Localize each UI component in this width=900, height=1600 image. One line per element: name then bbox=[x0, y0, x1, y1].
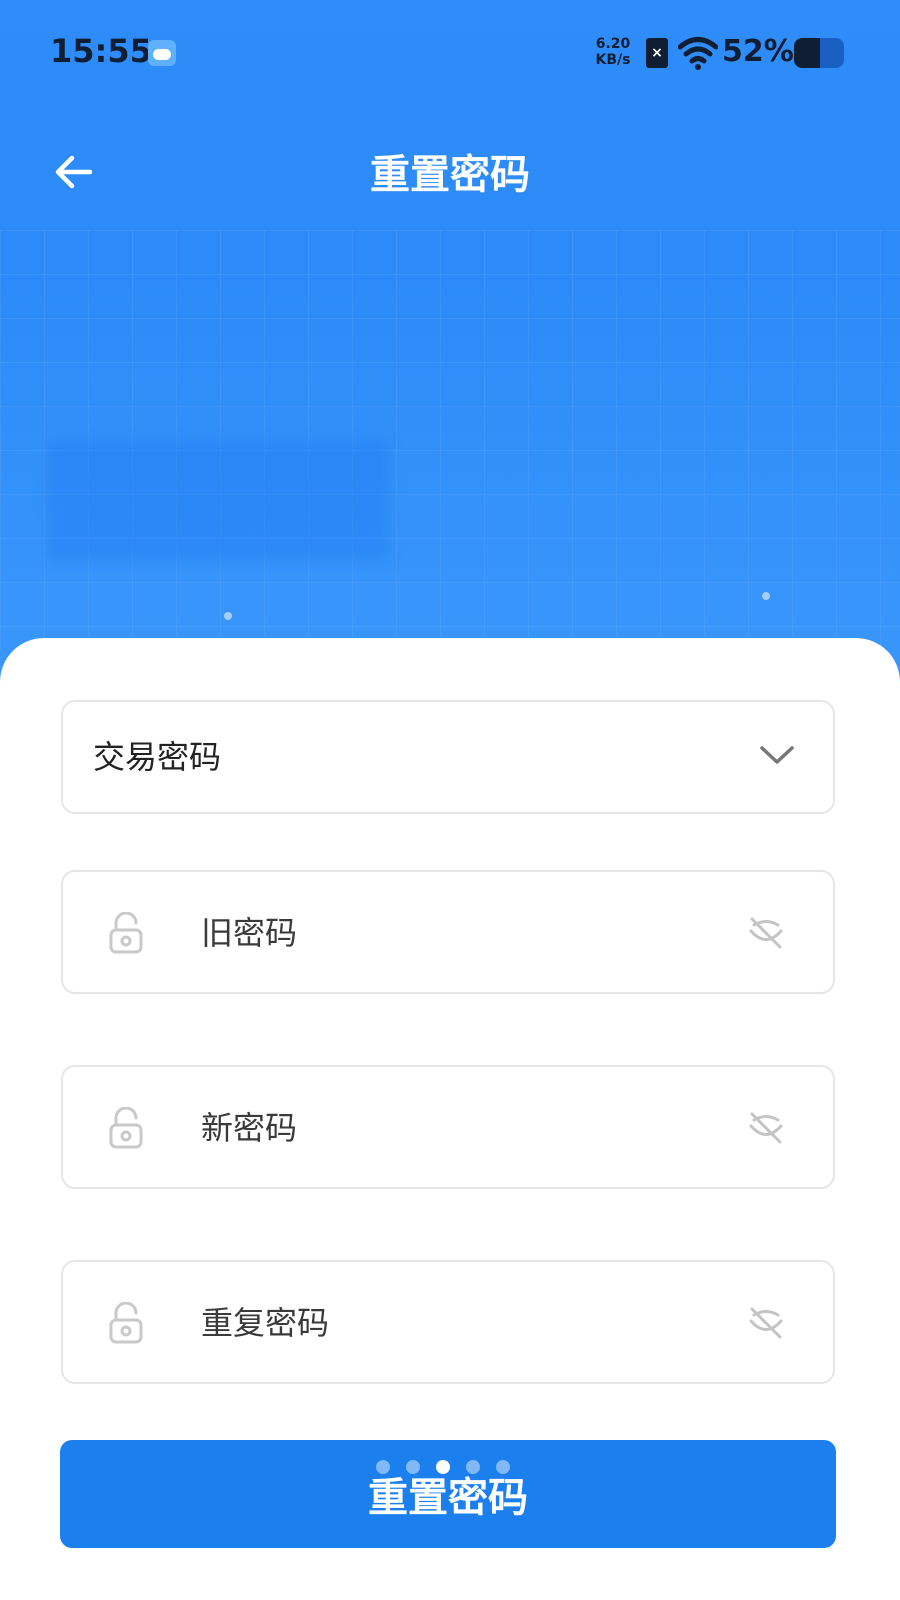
background-glow bbox=[48, 440, 388, 560]
lock-icon bbox=[109, 912, 143, 954]
battery-icon bbox=[794, 38, 844, 68]
eye-off-icon[interactable] bbox=[747, 916, 785, 950]
page-title: 重置密码 bbox=[370, 152, 530, 198]
eye-off-icon[interactable] bbox=[747, 1306, 785, 1340]
weather-icon bbox=[148, 40, 176, 66]
reset-password-button[interactable]: 重置密码 bbox=[60, 1440, 836, 1548]
battery-percent: 52% bbox=[722, 34, 794, 69]
page-dot bbox=[496, 1460, 510, 1474]
eye-off-icon[interactable] bbox=[747, 1111, 785, 1145]
page-dot bbox=[376, 1460, 390, 1474]
network-speed-unit: KB/s bbox=[595, 52, 631, 68]
status-bar: 15:55 6.20 KB/s × 52% bbox=[0, 0, 900, 100]
page-indicator bbox=[376, 1460, 526, 1476]
page-dot bbox=[406, 1460, 420, 1474]
lock-icon bbox=[109, 1107, 143, 1149]
old-password-input[interactable] bbox=[199, 872, 723, 994]
background-dot bbox=[224, 612, 232, 620]
new-password-input[interactable] bbox=[199, 1067, 723, 1189]
battery-fill bbox=[794, 38, 820, 68]
page-dot bbox=[436, 1460, 450, 1474]
background-dot bbox=[762, 592, 770, 600]
status-time: 15:55 bbox=[50, 32, 152, 70]
new-password-field bbox=[61, 1065, 835, 1189]
repeat-password-field bbox=[61, 1260, 835, 1384]
network-speed: 6.20 KB/s bbox=[590, 36, 636, 68]
password-type-select[interactable]: 交易密码 bbox=[61, 700, 835, 814]
page-dot bbox=[466, 1460, 480, 1474]
header-background bbox=[0, 0, 900, 700]
no-sim-icon: × bbox=[646, 38, 668, 68]
network-speed-value: 6.20 bbox=[595, 36, 631, 52]
password-type-value: 交易密码 bbox=[93, 738, 222, 776]
lock-icon bbox=[109, 1302, 143, 1344]
old-password-field bbox=[61, 870, 835, 994]
repeat-password-input[interactable] bbox=[199, 1262, 723, 1384]
chevron-down-icon bbox=[760, 746, 794, 764]
wifi-icon bbox=[678, 37, 718, 70]
